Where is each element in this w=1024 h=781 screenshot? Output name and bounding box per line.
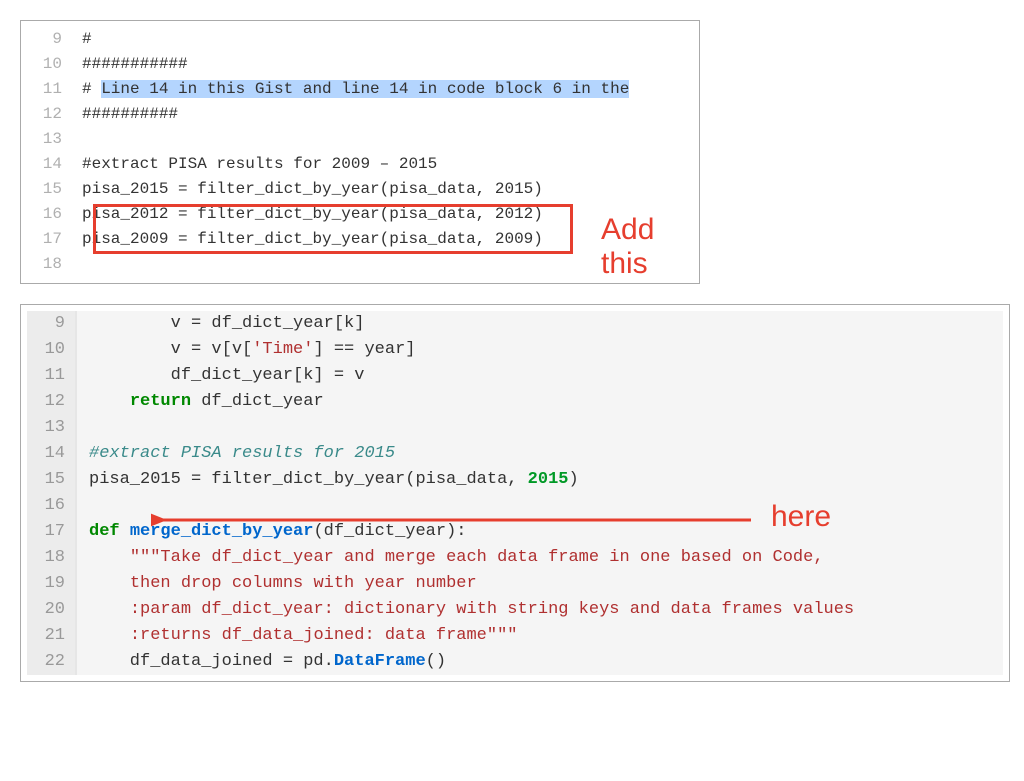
code-line: 17 def merge_dict_by_year(df_dict_year): [27, 519, 1003, 545]
line-number: 11 [27, 77, 82, 102]
line-number: 13 [27, 127, 82, 152]
code-content: ########## [82, 102, 693, 127]
code-content: then drop columns with year number [89, 571, 1003, 597]
line-number: 14 [27, 441, 77, 467]
code-line: 16 [27, 493, 1003, 519]
code-content: pisa_2012 = filter_dict_by_year(pisa_dat… [82, 202, 693, 227]
code-content: v = df_dict_year[k] [89, 311, 1003, 337]
line-number: 18 [27, 545, 77, 571]
code-content: """Take df_dict_year and merge each data… [89, 545, 1003, 571]
code-line: 10 v = v[v['Time'] == year] [27, 337, 1003, 363]
code-line: 11 df_dict_year[k] = v [27, 363, 1003, 389]
code-content: :param df_dict_year: dictionary with str… [89, 597, 1003, 623]
code-content: v = v[v['Time'] == year] [89, 337, 1003, 363]
line-number: 17 [27, 227, 82, 252]
line-number: 16 [27, 493, 77, 519]
code-content: df_data_joined = pd.DataFrame() [89, 649, 1003, 675]
code-line: 12 ########## [27, 102, 693, 127]
code-content: return df_dict_year [89, 389, 1003, 415]
code-line: 17 pisa_2009 = filter_dict_by_year(pisa_… [27, 227, 693, 252]
line-number: 10 [27, 337, 77, 363]
code-line: 16 pisa_2012 = filter_dict_by_year(pisa_… [27, 202, 693, 227]
code-line: 9 # [27, 27, 693, 52]
line-number: 17 [27, 519, 77, 545]
code-line: 14 #extract PISA results for 2015 [27, 441, 1003, 467]
line-number: 13 [27, 415, 77, 441]
line-number: 16 [27, 202, 82, 227]
code-line: 22 df_data_joined = pd.DataFrame() [27, 649, 1003, 675]
line-number: 9 [27, 311, 77, 337]
code-line: 14 #extract PISA results for 2009 – 2015 [27, 152, 693, 177]
code-block-1: 9 # 10 ########### 11 # Line 14 in this … [27, 27, 693, 277]
code-content: ########### [82, 52, 693, 77]
code-line: 15 pisa_2015 = filter_dict_by_year(pisa_d… [27, 467, 1003, 493]
code-content: #extract PISA results for 2015 [89, 441, 1003, 467]
line-number: 10 [27, 52, 82, 77]
code-line: 18 [27, 252, 693, 277]
code-content: pisa_2009 = filter_dict_by_year(pisa_dat… [82, 227, 693, 252]
code-line: 19 then drop columns with year number [27, 571, 1003, 597]
code-panel-2: 9 v = df_dict_year[k]10 v = v[v['Time'] … [20, 304, 1010, 682]
code-block-2: 9 v = df_dict_year[k]10 v = v[v['Time'] … [27, 311, 1003, 675]
line-number: 12 [27, 102, 82, 127]
code-content: #extract PISA results for 2009 – 2015 [82, 152, 693, 177]
code-line: 21 :returns df_data_joined: data frame""… [27, 623, 1003, 649]
code-content: pisa_2015 = filter_dict_by_year(pisa_dat… [89, 467, 1003, 493]
line-number: 20 [27, 597, 77, 623]
code-content: # [82, 27, 693, 52]
code-line: 18 """Take df_dict_year and merge each d… [27, 545, 1003, 571]
code-content: # Line 14 in this Gist and line 14 in co… [82, 77, 693, 102]
line-number: 15 [27, 177, 82, 202]
code-line: 13 [27, 415, 1003, 441]
line-number: 9 [27, 27, 82, 52]
code-line: 13 [27, 127, 693, 152]
text-selection: Line 14 in this Gist and line 14 in code… [101, 80, 629, 98]
code-content: def merge_dict_by_year(df_dict_year): [89, 519, 1003, 545]
code-line: 20 :param df_dict_year: dictionary with … [27, 597, 1003, 623]
line-number: 14 [27, 152, 82, 177]
line-number: 22 [27, 649, 77, 675]
line-number: 21 [27, 623, 77, 649]
code-content: :returns df_data_joined: data frame""" [89, 623, 1003, 649]
code-line: 11 # Line 14 in this Gist and line 14 in… [27, 77, 693, 102]
code-line: 12 return df_dict_year [27, 389, 1003, 415]
code-line: 9 v = df_dict_year[k] [27, 311, 1003, 337]
line-number: 11 [27, 363, 77, 389]
line-number: 15 [27, 467, 77, 493]
code-content: df_dict_year[k] = v [89, 363, 1003, 389]
code-content: pisa_2015 = filter_dict_by_year(pisa_dat… [82, 177, 693, 202]
code-panel-1: 9 # 10 ########### 11 # Line 14 in this … [20, 20, 700, 284]
code-line: 15 pisa_2015 = filter_dict_by_year(pisa_… [27, 177, 693, 202]
line-number: 19 [27, 571, 77, 597]
code-line: 10 ########### [27, 52, 693, 77]
line-number: 12 [27, 389, 77, 415]
line-number: 18 [27, 252, 82, 277]
